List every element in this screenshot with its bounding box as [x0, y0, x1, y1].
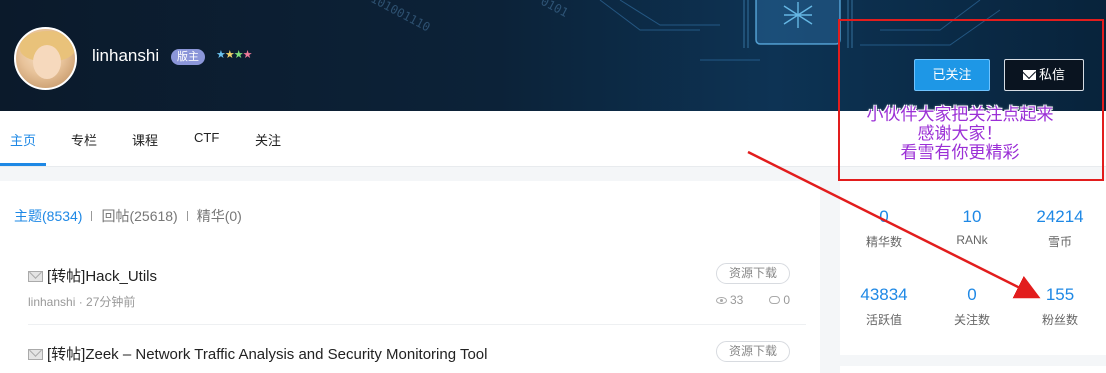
- star-icon: ★: [233, 49, 244, 61]
- avatar[interactable]: [14, 27, 77, 90]
- post-time: · 27分钟前: [78, 295, 136, 309]
- active-tab-indicator: [0, 163, 46, 166]
- post-title[interactable]: [转帖]Hack_Utils: [47, 268, 157, 285]
- username[interactable]: linhanshi: [92, 46, 159, 66]
- tab-home[interactable]: 主页: [10, 130, 36, 149]
- side-panel-secondary: [840, 366, 1106, 373]
- stat-rank: 10 RANk: [956, 207, 988, 247]
- comment-count: 0: [783, 293, 790, 307]
- star-icon: ★: [224, 49, 235, 61]
- posts-panel: 主题(8534) 回帖(25618) 精华(0) [转帖]Hack_Utils 资源…: [0, 181, 820, 373]
- star-icon: ★: [216, 49, 226, 61]
- post-stats: 33 0: [715, 293, 790, 307]
- stat-following: 0 关注数: [953, 285, 990, 327]
- stat-activity: 43834 活跃值: [860, 285, 908, 327]
- view-count: 33: [729, 293, 744, 307]
- divider: [186, 211, 188, 221]
- stat-coins: 24214 雪币: [1036, 207, 1084, 249]
- post-author[interactable]: linhanshi: [28, 295, 75, 309]
- filter-topics[interactable]: 主题(8534): [14, 208, 82, 224]
- post-tag[interactable]: 资源下载: [715, 263, 790, 284]
- tab-columns[interactable]: 专栏: [71, 130, 97, 149]
- stat-followers: 155 粉丝数: [1041, 285, 1078, 327]
- list-item: [转帖]Hack_Utils 资源下载 linhanshi · 27分钟前 33…: [28, 263, 806, 325]
- post-meta: linhanshi · 27分钟前: [28, 293, 135, 310]
- tab-following[interactable]: 关注: [255, 130, 281, 149]
- list-item: [转帖]Zeek – Network Traffic Analysis and …: [28, 341, 806, 373]
- role-badge: 版主: [171, 49, 205, 65]
- post-tag[interactable]: 资源下载: [715, 341, 790, 362]
- star-icon: ★: [242, 49, 253, 61]
- stat-essence: 0 精华数: [865, 207, 902, 249]
- annotation-text: 小伙伴大家把关注点起来 感谢大家！ 看雪有你更精彩: [866, 105, 1054, 163]
- eye-icon: [715, 297, 727, 304]
- post-title[interactable]: [转帖]Zeek – Network Traffic Analysis and …: [47, 346, 487, 363]
- envelope-icon: [28, 271, 43, 282]
- rank-stars: ★★★★: [216, 48, 252, 61]
- stats-panel: 0 精华数 10 RANk 24214 雪币 43834 活跃值 0 关注数 1…: [840, 181, 1106, 355]
- filter-replies[interactable]: 回帖(25618): [101, 208, 177, 224]
- tab-courses[interactable]: 课程: [132, 130, 158, 149]
- divider: [91, 211, 93, 221]
- comment-icon: [769, 296, 781, 304]
- tab-ctf[interactable]: CTF: [194, 130, 219, 145]
- post-filters: 主题(8534) 回帖(25618) 精华(0): [14, 206, 242, 226]
- filter-essence[interactable]: 精华(0): [197, 208, 242, 224]
- envelope-icon: [28, 349, 43, 360]
